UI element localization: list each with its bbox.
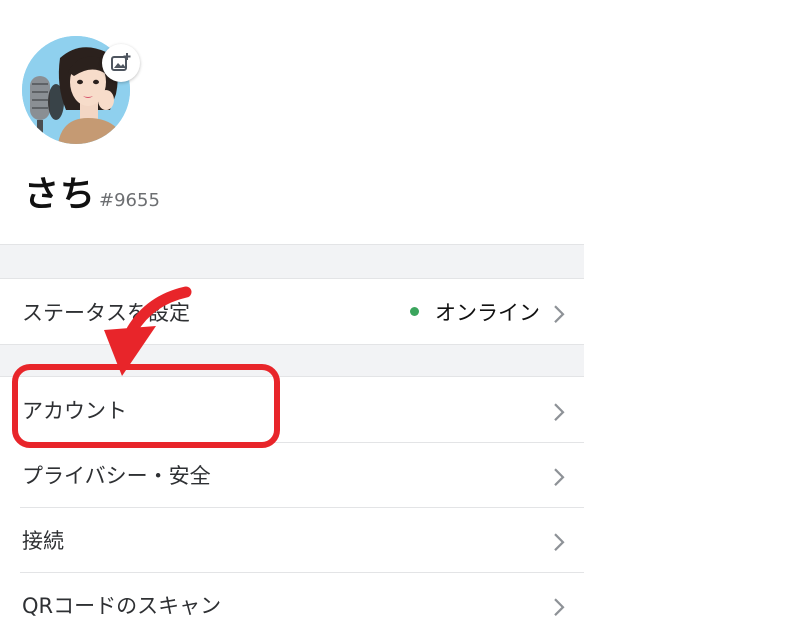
curved-arrow-icon [104,286,192,376]
